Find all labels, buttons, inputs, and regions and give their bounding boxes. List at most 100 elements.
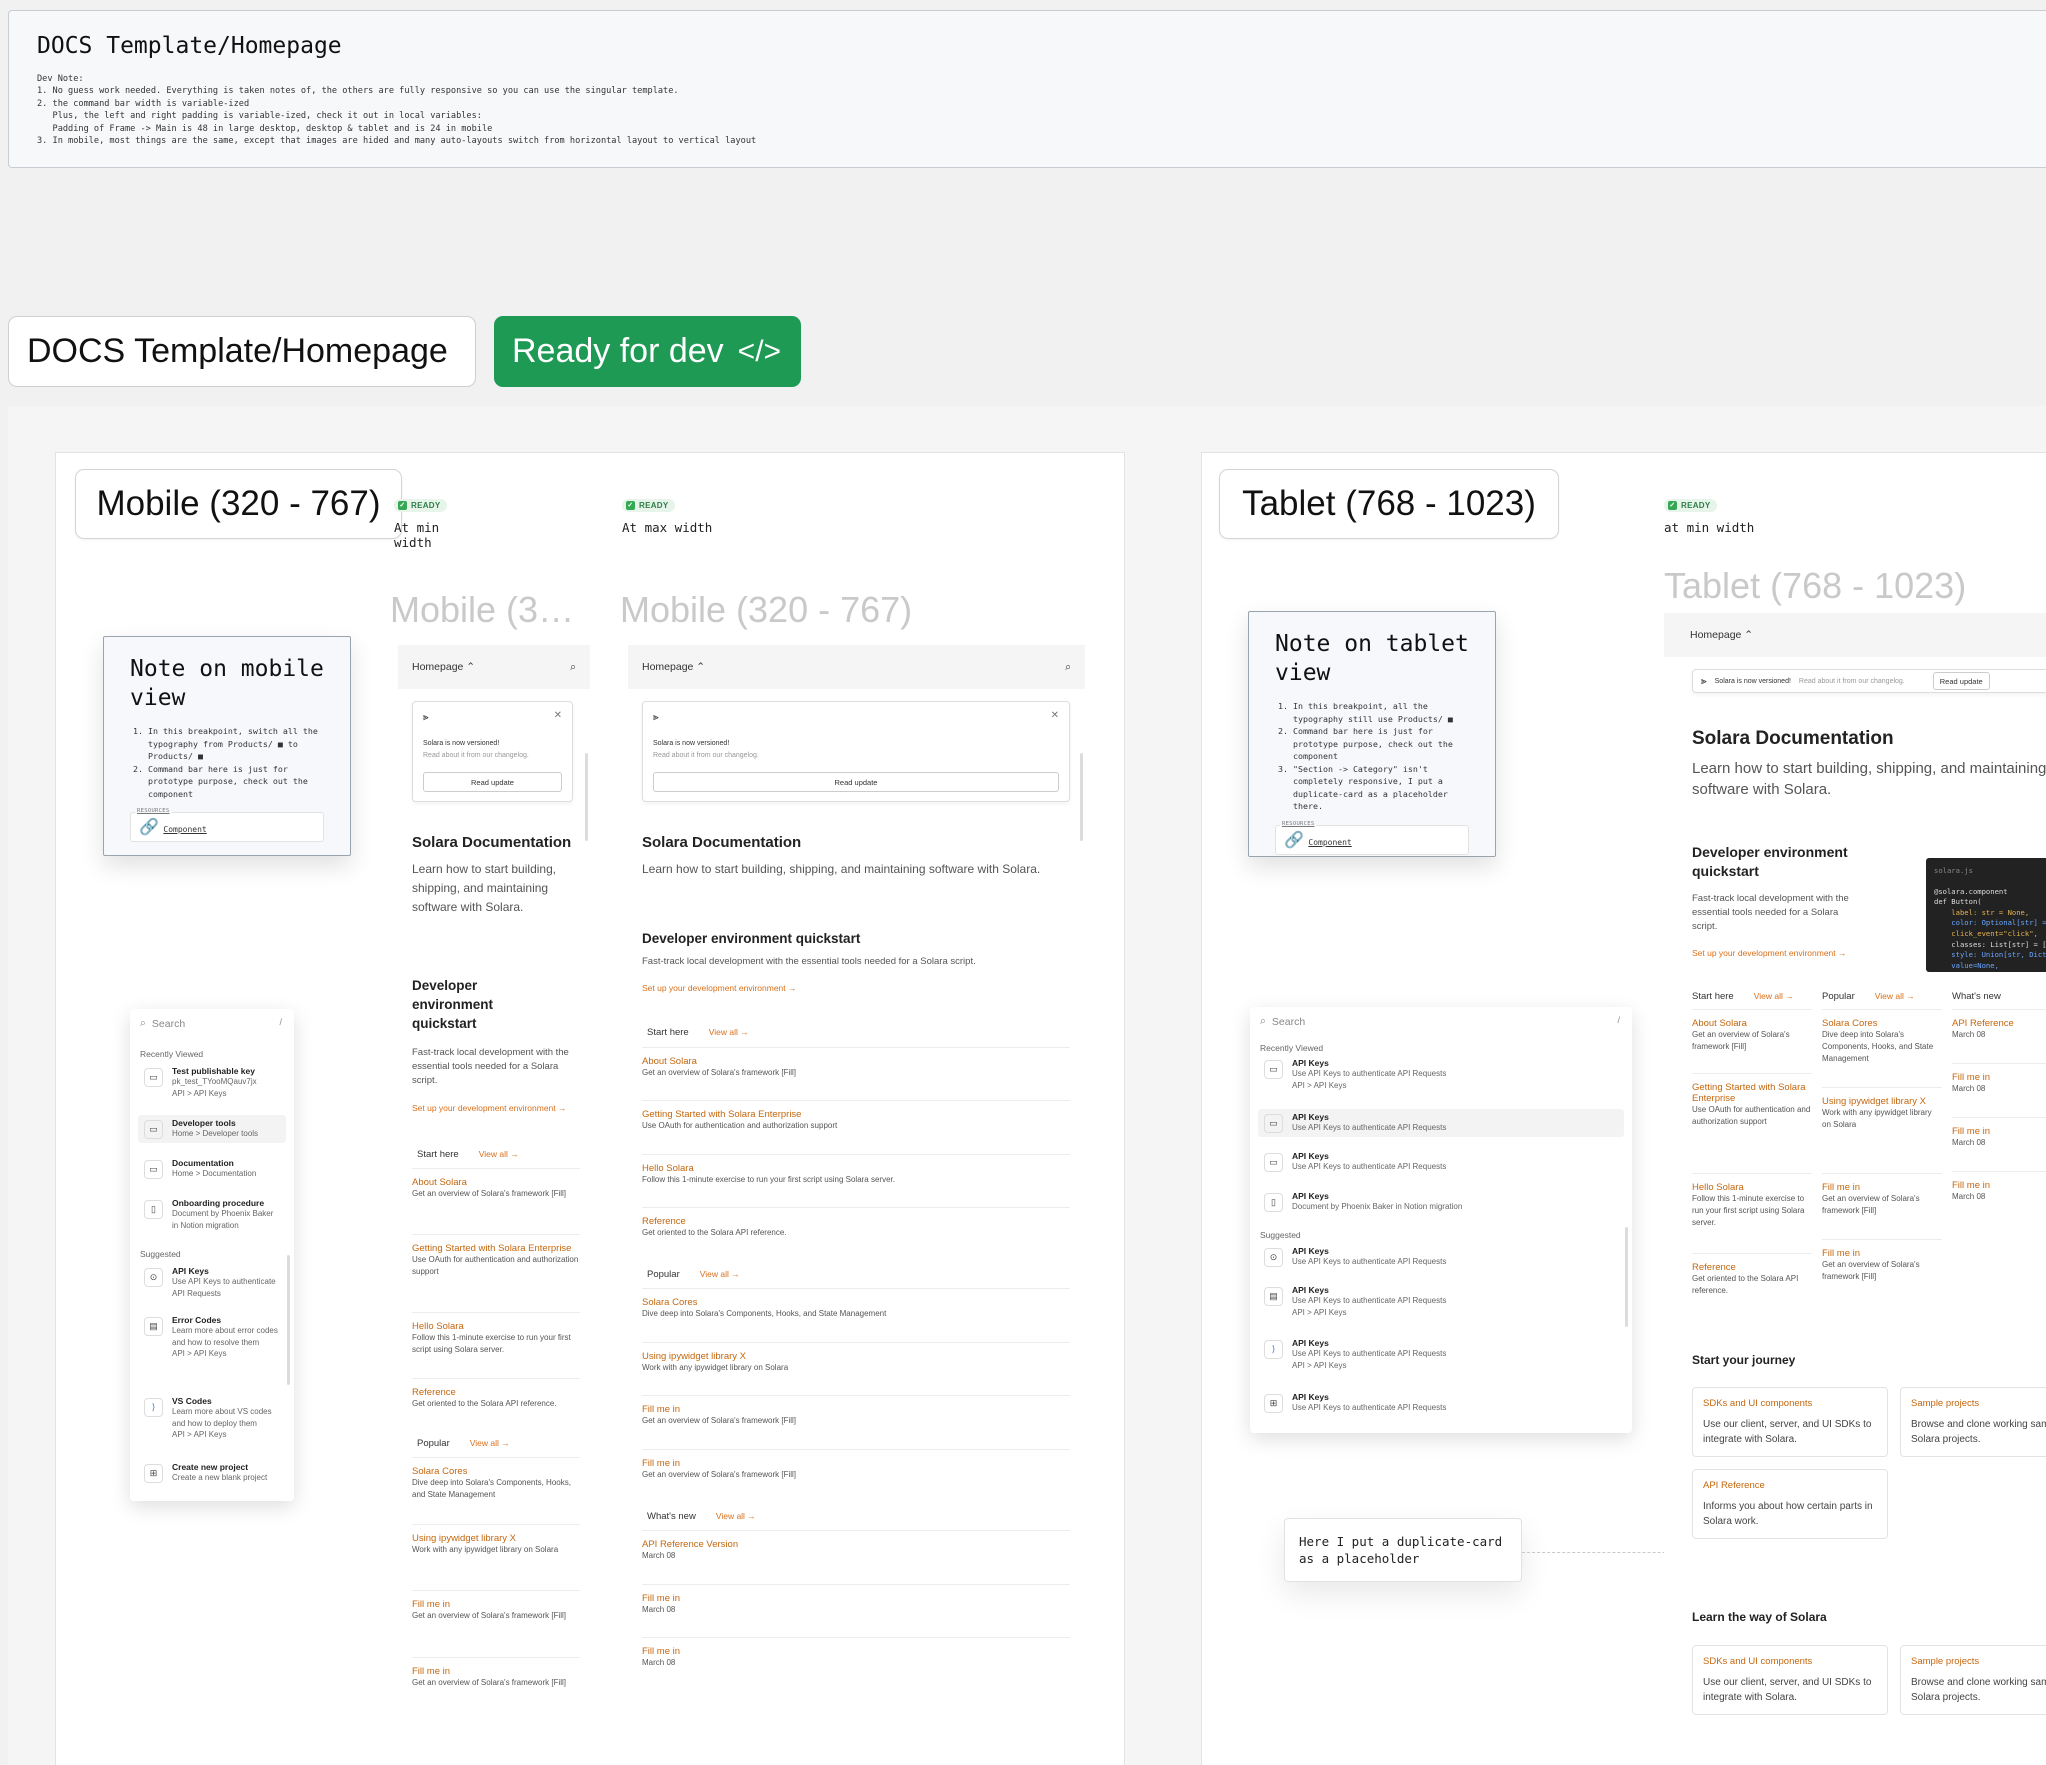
status-pill[interactable]: Ready for dev </> — [494, 316, 801, 387]
list-item[interactable]: API Reference Version March 08 — [642, 1530, 1070, 1562]
list-item[interactable]: Reference Get oriented to the Solara API … — [1692, 1253, 1812, 1297]
list-item[interactable]: Fill me in March 08 — [1952, 1063, 2046, 1095]
placeholder-callout: Here I put a duplicate-card as a placeho… — [1284, 1518, 1522, 1582]
learn-card[interactable]: Sample projects Browse and clone working … — [1900, 1645, 2046, 1715]
ghost-title-min: Mobile (320 - 767) — [390, 589, 580, 630]
read-update-button[interactable]: Read update — [423, 772, 562, 792]
list-item[interactable]: Fill me in Get an overview of Solara's fr… — [1822, 1239, 1942, 1283]
view-all-link[interactable]: View all → — [700, 1269, 740, 1280]
close-icon[interactable]: ✕ — [554, 710, 562, 721]
close-icon[interactable]: ✕ — [1051, 710, 1059, 721]
quickstart-link[interactable]: Set up your development environment → — [642, 983, 797, 993]
scrollbar[interactable] — [1080, 753, 1083, 841]
view-all-link[interactable]: View all → — [709, 1027, 749, 1038]
quickstart-link[interactable]: Set up your development environment → — [1692, 948, 1847, 958]
list-item[interactable]: Fill me in March 08 — [642, 1584, 1070, 1616]
note-item: Command bar here is just for prototype p… — [1293, 725, 1469, 763]
command-item[interactable]: ▯ Onboarding procedure Document by Phoenix… — [138, 1195, 286, 1234]
mobile-command-bar: ⌕ Search / Recently Viewed ▭ Test publisha… — [130, 1009, 294, 1501]
command-item[interactable]: ⟩ API Keys Use API Keys to authenticate AP… — [1258, 1335, 1624, 1374]
list-item[interactable]: Reference Get oriented to the Solara API … — [412, 1378, 580, 1410]
list-item[interactable]: Fill me in Get an overview of Solara's fr… — [642, 1395, 1070, 1427]
list-item[interactable]: Solara Cores Dive deep into Solara's Comp… — [1822, 1009, 1942, 1065]
suggested-label: Suggested — [1260, 1230, 1301, 1240]
doc-title: Solara Documentation — [642, 834, 802, 851]
dev-note-text: Dev Note: 1. No guess work needed. Every… — [37, 74, 757, 147]
list-item[interactable]: Solara Cores Dive deep into Solara's Comp… — [642, 1288, 1070, 1320]
list-item[interactable]: Solara Cores Dive deep into Solara's Comp… — [412, 1457, 580, 1501]
resource-box[interactable]: RESOURCES 🔗 Component — [1275, 820, 1469, 855]
list-item[interactable]: Hello Solara Follow this 1-minute exercis… — [642, 1154, 1070, 1186]
list-item[interactable]: API Reference March 08 — [1952, 1009, 2046, 1041]
list-item[interactable]: Reference Get oriented to the Solara API … — [642, 1207, 1070, 1239]
list-item[interactable]: Using ipywidget library X Work with any i… — [412, 1524, 580, 1556]
command-item[interactable]: ▤ API Keys Use API Keys to authenticate AP… — [1258, 1282, 1624, 1321]
list-item[interactable]: Using ipywidget library X Work with any i… — [1822, 1087, 1942, 1131]
resource-box[interactable]: RESOURCES 🔗 Component — [130, 808, 324, 842]
journey-card[interactable]: Sample projects Browse and clone working … — [1900, 1387, 2046, 1457]
read-update-button[interactable]: Read update — [653, 772, 1059, 792]
command-item[interactable]: ⊙ API Keys Use API Keys to authenticate AP… — [138, 1263, 286, 1302]
quickstart-link[interactable]: Set up your development environment → — [412, 1103, 567, 1113]
folder-icon: ▭ — [144, 1068, 163, 1087]
journey-card[interactable]: SDKs and UI components Use our client, se… — [1692, 1387, 1888, 1457]
top-nav: Homepage ⌃ — [1664, 613, 2046, 657]
command-item[interactable]: ▭ API Keys Use API Keys to authenticate AP… — [1258, 1055, 1624, 1094]
list-item[interactable]: Using ipywidget library X Work with any i… — [642, 1342, 1070, 1374]
command-item[interactable]: ▭ API Keys Use API Keys to authenticate AP… — [1258, 1148, 1624, 1176]
list-item[interactable]: Hello Solara Follow this 1-minute exercis… — [1692, 1173, 1812, 1229]
view-all-link[interactable]: View all → — [716, 1511, 756, 1522]
read-update-button[interactable]: Read update — [1932, 672, 1990, 690]
list-item[interactable]: Getting Started with Solara Enterprise Us… — [1692, 1073, 1812, 1128]
list-item[interactable]: About Solara Get an overview of Solara's … — [1692, 1009, 1812, 1053]
list-item[interactable]: About Solara Get an overview of Solara's … — [412, 1168, 580, 1200]
start-here-header: Start here View all → — [647, 1027, 749, 1038]
command-item[interactable]: ▭ Test publishable key pk_test_TYooMQauv7j… — [138, 1063, 286, 1102]
command-item[interactable]: ▯ API Keys Document by Phoenix Baker in No… — [1258, 1188, 1624, 1216]
list-item[interactable]: Hello Solara Follow this 1-minute exercis… — [412, 1312, 580, 1356]
view-all-link[interactable]: View all → — [479, 1149, 519, 1160]
list-item[interactable]: Fill me in March 08 — [1952, 1171, 2046, 1203]
logo-icon: ⫸ — [653, 712, 659, 723]
list-item[interactable]: Fill me in Get an overview of Solara's fr… — [1822, 1173, 1942, 1217]
journey-card[interactable]: API Reference Informs you about how certa… — [1692, 1469, 1888, 1539]
command-item[interactable]: ⊞ Create new project Create a new blank pr… — [138, 1459, 286, 1487]
search-field[interactable]: ⌕ Search — [1260, 1015, 1305, 1028]
command-item[interactable]: ▭ Developer tools Home > Developer tools — [138, 1115, 286, 1143]
command-item[interactable]: ⟩ VS Codes Learn more about VS codes and h… — [138, 1393, 286, 1444]
popular-header: Popular View all → — [647, 1269, 740, 1280]
nav-dropdown[interactable]: Homepage ⌃ — [412, 661, 475, 673]
tablet-section-label: Tablet (768 - 1023) — [1219, 469, 1559, 539]
nav-dropdown[interactable]: Homepage ⌃ — [642, 661, 705, 673]
view-all-link[interactable]: View all → — [470, 1438, 510, 1449]
scrollbar[interactable] — [585, 753, 588, 841]
command-item[interactable]: ⊞ API Keys Use API Keys to authenticate AP… — [1258, 1389, 1624, 1417]
command-item[interactable]: ▭ API Keys Use API Keys to authenticate AP… — [1258, 1109, 1624, 1137]
nav-dropdown[interactable]: Homepage ⌃ — [1690, 629, 1753, 641]
tablet-note-card: Note on tablet view In this breakpoint, … — [1248, 611, 1496, 857]
view-all-link[interactable]: View all → — [1754, 991, 1794, 1002]
component-link[interactable]: Component — [1308, 838, 1351, 847]
list-item[interactable]: Fill me in Get an overview of Solara's fr… — [412, 1657, 580, 1689]
search-icon[interactable]: ⌕ — [570, 661, 576, 674]
list-item[interactable]: Fill me in Get an overview of Solara's fr… — [642, 1449, 1070, 1481]
version-banner: ⫸ Solara is now versioned! Read about it … — [1692, 669, 2046, 693]
search-field[interactable]: ⌕ Search — [140, 1017, 185, 1030]
list-item[interactable]: Getting Started with Solara Enterprise Us… — [412, 1234, 580, 1278]
list-item[interactable]: Getting Started with Solara Enterprise Us… — [642, 1100, 1070, 1132]
list-item[interactable]: Fill me in March 08 — [1952, 1117, 2046, 1149]
scrollbar[interactable] — [1625, 1227, 1628, 1327]
learn-card[interactable]: SDKs and UI components Use our client, se… — [1692, 1645, 1888, 1715]
list-item[interactable]: Fill me in Get an overview of Solara's fr… — [412, 1590, 580, 1622]
command-item[interactable]: ⊙ API Keys Use API Keys to authenticate AP… — [1258, 1243, 1624, 1271]
component-link[interactable]: Component — [163, 825, 206, 834]
scrollbar[interactable] — [287, 1255, 290, 1385]
search-icon[interactable]: ⌕ — [1065, 661, 1071, 674]
command-item[interactable]: ▤ Error Codes Learn more about error codes… — [138, 1312, 286, 1363]
list-item[interactable]: About Solara Get an overview of Solara's … — [642, 1047, 1070, 1079]
list-item[interactable]: Fill me in March 08 — [642, 1637, 1070, 1669]
doc-desc: Learn how to start building, shipping, a… — [1692, 760, 2046, 798]
command-item[interactable]: ▭ Documentation Home > Documentation — [138, 1155, 286, 1183]
view-all-link[interactable]: View all → — [1875, 991, 1915, 1002]
tablet-frame: Tablet (768 - 1023) ✓ READY at min width … — [1201, 452, 2046, 1765]
